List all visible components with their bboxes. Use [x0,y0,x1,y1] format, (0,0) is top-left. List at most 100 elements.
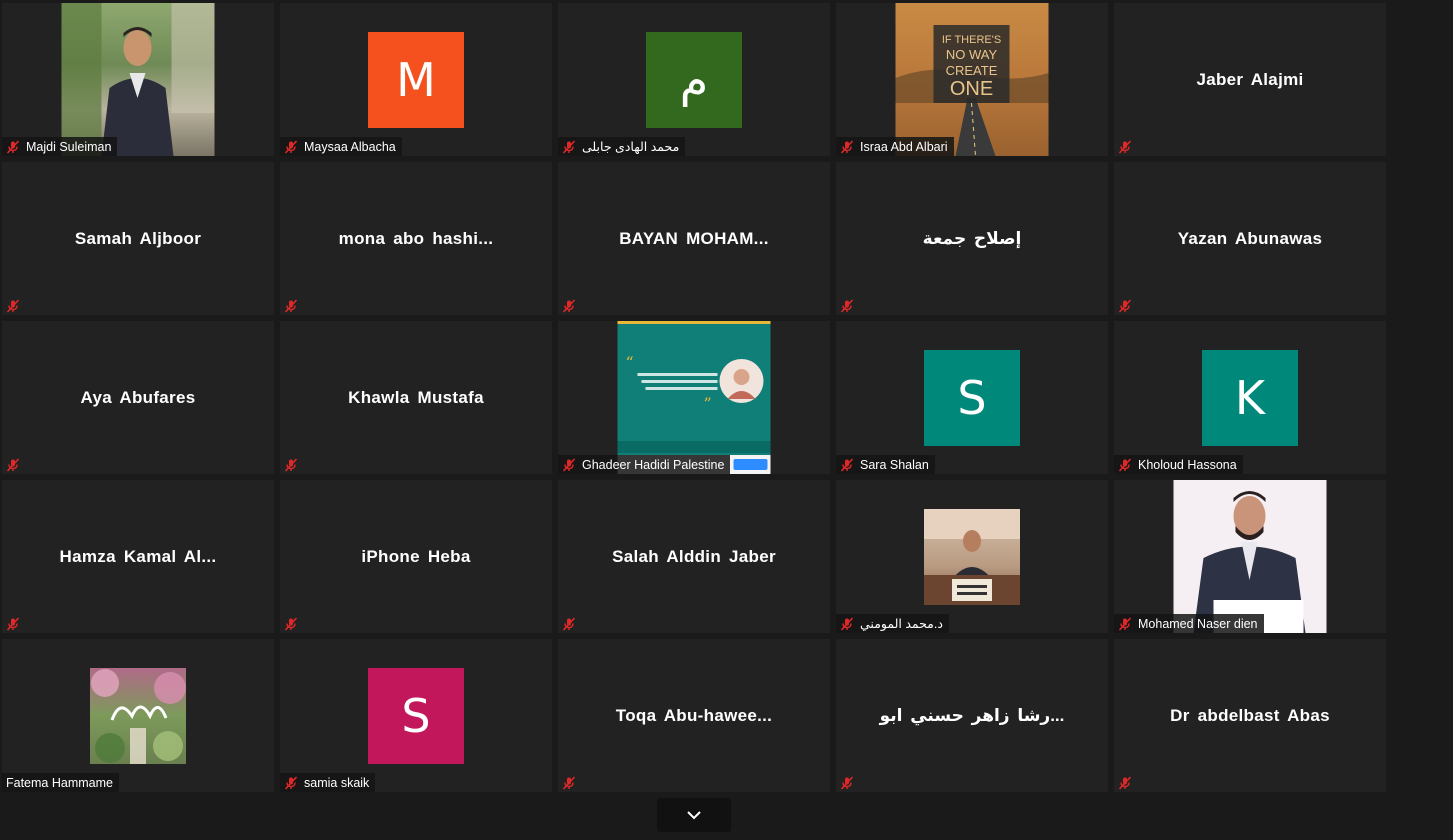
muted-mic-icon [284,298,298,313]
participant-name-label [280,296,310,315]
muted-mic-icon [284,139,298,154]
participant-tile[interactable]: Aya Abufares [2,321,274,474]
participant-name: Fatema Hammame [6,775,113,790]
participant-avatar: M [368,31,464,128]
participant-name-label: Kholoud Hassona [1114,455,1243,474]
muted-mic-icon [1118,775,1132,790]
participant-name-label [836,773,866,792]
participant-tile[interactable]: S Sara Shalan [836,321,1108,474]
participant-photo [1173,480,1327,633]
muted-mic-icon [562,775,576,790]
participant-tile[interactable]: IF THERE'S NO WAY CREATE ONE Israa Abd Albar… [836,3,1108,156]
participant-name-label [1114,296,1144,315]
muted-mic-icon [562,616,576,631]
svg-text:”: ” [704,394,712,413]
participant-name-label [280,455,310,474]
participant-display-name: Hamza Kamal Al... [59,546,217,566]
participant-name-label [558,773,588,792]
participant-tile[interactable]: iPhone Heba [280,480,552,633]
participant-avatar: م [646,31,742,128]
participant-name-label [2,455,32,474]
participant-tile[interactable]: Jaber Alajmi [1114,3,1386,156]
muted-mic-icon [1118,139,1132,154]
muted-mic-icon [6,616,20,631]
participant-name-label [2,296,32,315]
participant-tile[interactable]: Salah Alddin Jaber [558,480,830,633]
muted-mic-icon [840,457,854,472]
participant-name-label [558,296,588,315]
participant-tile[interactable]: Yazan Abunawas [1114,162,1386,315]
participant-tile[interactable]: K Kholoud Hassona [1114,321,1386,474]
participant-name-label: Israa Abd Albari [836,137,954,156]
participant-name: Israa Abd Albari [860,139,948,154]
gallery-grid: Majdi Suleiman M Maysaa Albacha م محمد الهاد… [2,3,1386,792]
participant-tile[interactable]: Khawla Mustafa [280,321,552,474]
participant-name: Mohamed Naser dien [1138,616,1258,631]
scroll-down-button[interactable] [657,798,731,832]
chevron-down-icon [687,811,701,820]
participant-tile[interactable]: Dr abdelbast Abas [1114,639,1386,792]
svg-text:ONE: ONE [950,78,993,100]
participant-name: samia skaik [304,775,370,790]
participant-name: Ghadeer Hadidi Palestine [582,457,725,472]
participant-tile[interactable]: Ssamia skaik [280,639,552,792]
participant-name-label [1114,137,1144,156]
muted-mic-icon [284,775,298,790]
participant-tile[interactable]: إصلاح جمعة [836,162,1108,315]
participant-name-label [280,614,310,633]
svg-text:CREATE: CREATE [946,63,998,78]
participant-tile[interactable]: Toqa Abu-hawee... [558,639,830,792]
muted-mic-icon [6,298,20,313]
muted-mic-icon [1118,298,1132,313]
participant-display-name: Khawla Mustafa [348,387,484,407]
participant-tile[interactable]: Majdi Suleiman [2,3,274,156]
participant-display-name: Toqa Abu-hawee... [615,705,773,725]
participant-tile[interactable]: BAYAN MOHAM... [558,162,830,315]
participant-name-label: Sara Shalan [836,455,935,474]
participant-display-name: Dr abdelbast Abas [1170,705,1330,725]
muted-mic-icon [840,139,854,154]
participant-tile[interactable]: رشا زاهر حسني ابو... [836,639,1108,792]
muted-mic-icon [1118,457,1132,472]
muted-mic-icon [284,616,298,631]
participant-tile[interactable]: “ ” Ghadeer Hadidi Palestine [558,321,830,474]
participant-tile[interactable]: د.محمد المومني [836,480,1108,633]
participant-avatar: S [368,667,464,764]
participant-tile[interactable]: Fatema Hammame [2,639,274,792]
participant-tile[interactable]: mona abo hashi... [280,162,552,315]
participant-name: Maysaa Albacha [304,139,396,154]
participant-tile[interactable]: م محمد الهادى جابلى [558,3,830,156]
participant-name: محمد الهادى جابلى [582,140,680,154]
participant-photo [924,508,1020,605]
participant-name-label [1114,773,1144,792]
participant-name: د.محمد المومني [860,617,943,631]
participant-name-label [836,296,866,315]
muted-mic-icon [6,457,20,472]
svg-text:IF THERE'S: IF THERE'S [942,34,1001,46]
participant-display-name: Yazan Abunawas [1177,228,1323,248]
participant-tile[interactable]: Samah Aljboor [2,162,274,315]
participant-name: Sara Shalan [860,457,929,472]
muted-mic-icon [562,298,576,313]
participant-tile[interactable]: M Maysaa Albacha [280,3,552,156]
participant-name-label: Ghadeer Hadidi Palestine [558,455,731,474]
muted-mic-icon [284,457,298,472]
svg-text:NO WAY: NO WAY [946,47,998,62]
participant-display-name: رشا زاهر حسني ابو... [879,705,1065,725]
participant-tile[interactable]: Hamza Kamal Al... [2,480,274,633]
muted-mic-icon [562,139,576,154]
participant-display-name: Jaber Alajmi [1196,69,1304,89]
participant-photo [61,3,215,156]
participant-name-label [558,614,588,633]
participant-avatar: K [1202,349,1298,446]
participant-name: Kholoud Hassona [1138,457,1237,472]
participant-name-label: Majdi Suleiman [2,137,118,156]
participant-tile[interactable]: Mohamed Naser dien [1114,480,1386,633]
muted-mic-icon [1118,616,1132,631]
participant-display-name: إصلاح جمعة [922,228,1022,248]
participant-name-label: Maysaa Albacha [280,137,402,156]
svg-text:“: “ [626,353,634,372]
participant-name: Majdi Suleiman [26,139,112,154]
participant-display-name: iPhone Heba [361,546,471,566]
participant-display-name: Aya Abufares [80,387,196,407]
